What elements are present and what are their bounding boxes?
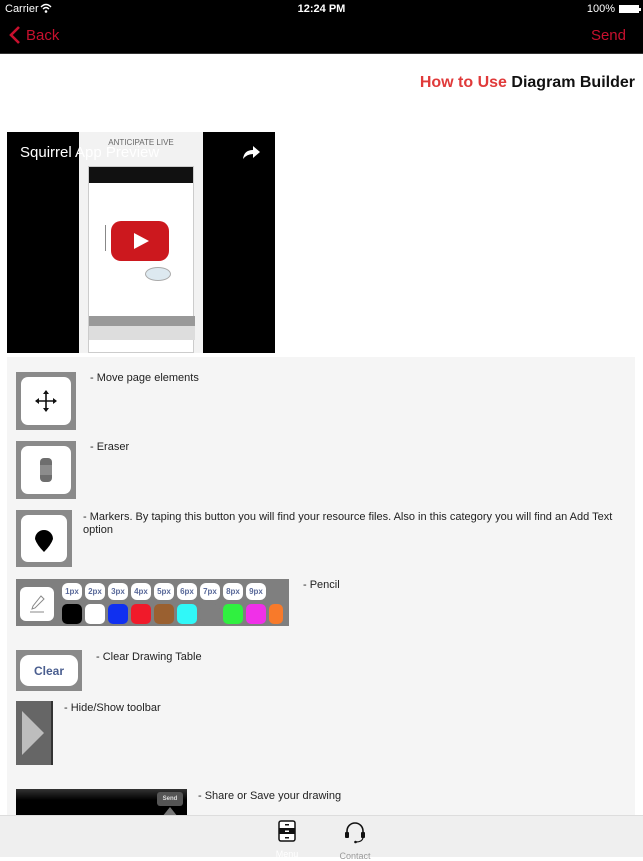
instruction-move: - Move page elements [90,372,199,384]
pencil-icon [30,595,45,613]
clear-tool-tile: Clear [16,650,82,691]
pencil-toolbar: 1px 2px 3px 4px 5px 6px 7px 8px 9px [16,579,289,626]
pencil-color-swatch [131,604,151,624]
toolbar-toggle-tile [16,701,53,765]
marker-icon [35,529,53,552]
tab-menu-label: Menu [275,849,299,859]
video-title[interactable]: Squirrel App Preview [20,144,159,161]
page-title: How to Use Diagram Builder [420,74,635,92]
tab-contact-label: Contact [339,851,371,861]
video-player[interactable]: ANTICIPATE LIVE Squirrel App Preview [7,132,275,353]
thumbnail-toolbar-bottom [89,326,195,340]
pencil-size-3px: 3px [108,583,128,600]
pencil-color-swatch [154,604,174,624]
instruction-toggle: - Hide/Show toolbar [64,702,161,714]
status-time: 12:24 PM [297,3,346,15]
pencil-color-swatch [200,604,220,624]
move-tool-tile [16,372,76,430]
pencil-color-swatch [177,604,197,624]
pencil-tool-button [20,587,54,621]
play-button[interactable] [111,221,169,261]
pencil-size-8px: 8px [223,583,243,600]
send-button[interactable]: Send [591,27,626,44]
battery-percent: 100% [586,3,615,15]
headset-icon [345,822,365,844]
chevron-left-icon [9,26,20,44]
pencil-size-5px: 5px [154,583,174,600]
pencil-size-7px: 7px [200,583,220,600]
tab-bar: Menu Contact [0,815,643,861]
menu-cabinet-icon [278,820,296,842]
share-icon[interactable] [241,144,261,160]
instruction-pencil: - Pencil [303,579,340,591]
navigation-bar: Back Send [0,18,643,54]
title-rest: Diagram Builder [511,74,635,91]
thumbnail-puddle [145,267,171,281]
send-bar-button: Send [157,792,183,806]
title-highlight: How to Use [419,74,507,91]
eraser-icon [40,458,52,482]
back-button[interactable]: Back [8,25,59,45]
instruction-clear: - Clear Drawing Table [96,651,202,663]
instruction-eraser: - Eraser [90,441,130,453]
pencil-size-6px: 6px [177,583,197,600]
instruction-markers: - Markers. By taping this button you wil… [83,511,613,536]
tab-contact[interactable]: Contact [325,820,385,861]
pencil-color-swatch [269,604,283,624]
instruction-send: - Share or Save your drawing [198,790,342,802]
eraser-tool-tile [16,441,76,499]
thumbnail-topbar [89,167,193,183]
status-bar: Carrier 12:24 PM 100% [0,0,643,18]
pencil-color-swatch [62,604,82,624]
pencil-size-9px: 9px [246,583,266,600]
tab-menu[interactable]: Menu [257,820,317,859]
pencil-color-swatch [85,604,105,624]
battery-icon [619,5,641,13]
back-label: Back [26,26,60,44]
toolbar-toggle-icon [22,711,44,755]
pencil-size-4px: 4px [131,583,151,600]
marker-tool-tile [16,510,72,567]
pencil-color-swatch [108,604,128,624]
send-bar-image: Send [16,789,187,817]
thumbnail-toolbar-top [89,316,195,326]
pencil-size-1px: 1px [62,583,82,600]
pencil-color-swatch [223,604,243,624]
pencil-color-swatch [246,604,266,624]
move-icon [35,390,57,412]
clear-button-image: Clear [20,655,78,686]
pencil-size-2px: 2px [85,583,105,600]
